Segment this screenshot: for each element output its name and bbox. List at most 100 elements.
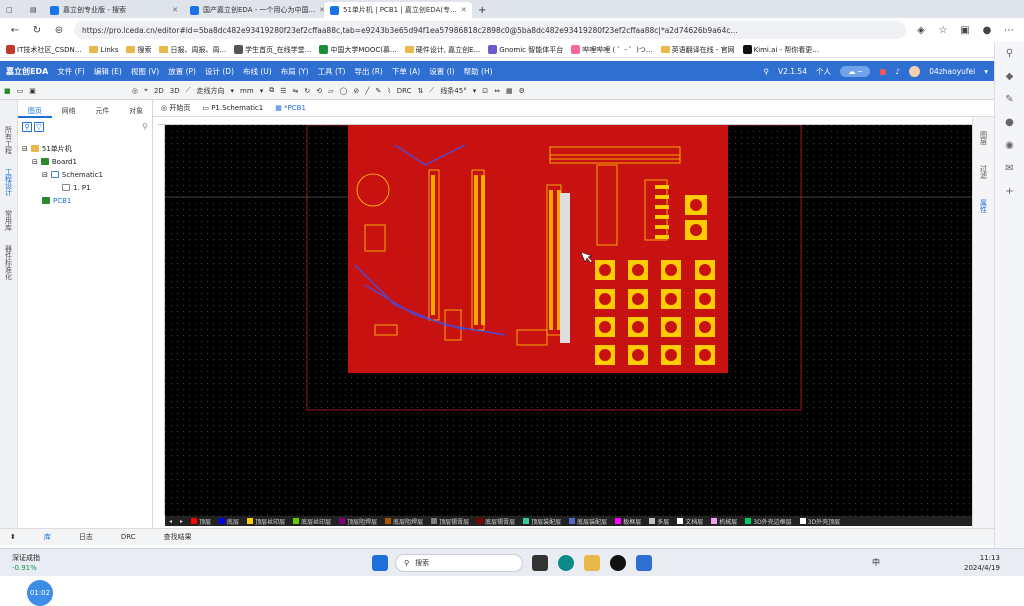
menu-edit[interactable]: 编辑 (E) [94, 66, 122, 77]
workspace-select[interactable]: 个人 [816, 66, 831, 77]
menu-export[interactable]: 导出 (R) [354, 66, 382, 77]
layer-item[interactable]: 3D外壳顶层 [799, 517, 840, 526]
tree-item-pcb[interactable]: PCB1 [22, 194, 150, 207]
rotate-icon[interactable]: ↻ [304, 87, 310, 95]
bookmark-item[interactable]: 哔哩哔哩 ( ゜- ゜)つ... [571, 45, 653, 55]
search-icon[interactable]: ⚲ [1006, 48, 1013, 59]
bookmark-item[interactable]: 日报、周报、周... [159, 45, 226, 55]
language-indicator[interactable]: 中 [872, 557, 880, 568]
tree-item-project[interactable]: ⊟ 51单片机 [22, 142, 150, 155]
layer-item[interactable]: 顶层阻焊层 [339, 517, 377, 526]
search-icon[interactable]: ⚲ [142, 122, 148, 134]
layer-item[interactable]: 板框层 [615, 517, 641, 526]
tools-icon[interactable]: ✎ [1005, 94, 1013, 105]
routing-mode-select[interactable]: 走线方向 [197, 86, 225, 96]
layer-item[interactable]: 文档层 [677, 517, 703, 526]
vtab-project-design[interactable]: 工程设计 [4, 168, 14, 196]
vtab-all-projects[interactable]: 所有工程 [4, 126, 14, 154]
grid-icon[interactable]: ▦ [506, 87, 513, 95]
save-icon[interactable]: ▣ [29, 87, 36, 95]
layer-icon[interactable]: ⧉ [269, 86, 274, 95]
tab-log[interactable]: 日志 [79, 532, 93, 542]
browser-menu-icon[interactable]: ▢ [0, 2, 24, 18]
layer-next-icon[interactable]: ▸ [180, 518, 183, 525]
reload-icon[interactable]: ↻ [30, 25, 44, 36]
browser-tab[interactable]: 国产嘉立创EDA - 一个用心为中国... ✕ [184, 2, 324, 18]
drc-icon[interactable]: DRC [397, 87, 412, 95]
tab-nets[interactable]: 网络 [52, 104, 86, 118]
color-palette-icon[interactable]: ■ [4, 87, 11, 95]
app-icon[interactable] [610, 555, 626, 571]
tab-find-results[interactable]: 查找结果 [164, 532, 192, 542]
layer-item[interactable]: 底层丝印层 [293, 517, 331, 526]
line-icon[interactable]: ╱ [365, 87, 369, 95]
view-2d-button[interactable]: 2D [154, 87, 164, 95]
bookmark-item[interactable]: 硬件设计, 嘉立创E... [404, 45, 480, 55]
expand-icon[interactable]: ⊟ [32, 158, 38, 166]
layer-item[interactable]: 机械层 [711, 517, 737, 526]
layer-item[interactable]: 底层 [219, 517, 239, 526]
expand-icon[interactable]: ⊟ [22, 145, 28, 153]
browser-tab-active[interactable]: 51单片机 | PCB1 | 嘉立创EDA(专... ✕ [324, 2, 472, 18]
search-icon[interactable]: ⚲ [22, 122, 32, 132]
forbid-icon[interactable]: ⊘ [353, 87, 359, 95]
bookmark-item[interactable]: 学生首页_在线学堂... [234, 45, 311, 55]
collapse-icon[interactable]: ⬍ [10, 533, 16, 541]
menu-help[interactable]: 帮助 (H) [464, 66, 493, 77]
chevron-down-icon[interactable]: ▾ [231, 87, 235, 95]
chevron-down-icon[interactable]: ▾ [260, 87, 264, 95]
office-icon[interactable]: ● [1005, 117, 1014, 128]
layer-item[interactable]: 顶层 [191, 517, 211, 526]
menu-order[interactable]: 下单 (A) [392, 66, 420, 77]
taskbar-search[interactable]: ⚲ 搜索 [395, 554, 523, 572]
place-ellipse-icon[interactable]: ◯ [340, 87, 348, 95]
pcb-canvas[interactable] [165, 125, 972, 516]
taskbar-clock[interactable]: 11:13 2024/4/19 [964, 553, 1000, 573]
eye-icon[interactable]: ◎ [132, 87, 138, 95]
bookmark-item[interactable]: Links [89, 46, 118, 54]
layer-item[interactable]: 顶层锡膏层 [431, 517, 469, 526]
menu-design[interactable]: 设计 (D) [205, 66, 234, 77]
layer-item[interactable]: 底层阻焊层 [385, 517, 423, 526]
more-icon[interactable]: ⋯ [1002, 25, 1016, 36]
unit-select[interactable]: mm [240, 87, 254, 95]
add-icon[interactable]: + [1005, 186, 1013, 197]
zoom-fit-icon[interactable]: ⌖ [144, 86, 148, 95]
layer-item[interactable]: 底层锡膏层 [477, 517, 515, 526]
tree-item-sheet[interactable]: 1. P1 [22, 181, 150, 194]
layer-item[interactable]: 3D外壳边框层 [745, 517, 792, 526]
layer-prev-icon[interactable]: ◂ [169, 518, 172, 525]
folder-open-icon[interactable]: ▭ [17, 87, 24, 95]
wire-icon[interactable]: ⌇ [387, 87, 390, 95]
menu-place[interactable]: 放置 (P) [168, 66, 196, 77]
bookmark-item[interactable]: 英语翻译在线 - 官网 [660, 45, 735, 55]
layer-item[interactable]: 顶层丝印层 [247, 517, 285, 526]
layer-item[interactable]: 多层 [649, 517, 669, 526]
bookmark-item[interactable]: IT技术社区_CSDN... [6, 45, 81, 55]
rtab-properties[interactable]: 属性 [979, 199, 989, 213]
layer-item[interactable]: 顶层装配层 [523, 517, 561, 526]
bookmark-item[interactable]: Gnomic 智能体平台 [488, 45, 563, 55]
mirror-icon[interactable]: ⇋ [292, 87, 298, 95]
chevron-down-icon[interactable]: ▾ [984, 67, 988, 76]
rtab-filter[interactable]: 过滤 [979, 165, 989, 179]
favorites-icon[interactable]: ☆ [936, 25, 950, 36]
browser-tab[interactable]: 嘉立创专业版 - 搜索 ✕ [44, 2, 184, 18]
chevron-down-icon[interactable]: ▾ [473, 87, 477, 95]
tab-library[interactable]: 库 [44, 532, 51, 542]
filter-icon[interactable]: ▽ [34, 122, 44, 132]
task-view-icon[interactable] [532, 555, 548, 571]
tab-objects[interactable]: 对象 [119, 104, 153, 118]
close-tab-icon[interactable]: ✕ [461, 6, 467, 14]
pen-icon[interactable]: ✎ [375, 87, 381, 95]
check-icon[interactable]: ⊡ [482, 87, 488, 95]
menu-tools[interactable]: 工具 (T) [318, 66, 346, 77]
windows-start-icon[interactable] [372, 555, 388, 571]
menu-layout[interactable]: 布局 (Y) [281, 66, 309, 77]
menu-settings[interactable]: 设置 (I) [429, 66, 454, 77]
back-icon[interactable]: ← [8, 25, 22, 36]
avatar[interactable] [909, 65, 921, 77]
doctab-pcb[interactable]: ▦ *PCB1 [275, 104, 306, 112]
stock-widget[interactable]: 深证成指 -0.91% [12, 553, 40, 573]
measure-icon[interactable]: ⇔ [494, 87, 500, 95]
